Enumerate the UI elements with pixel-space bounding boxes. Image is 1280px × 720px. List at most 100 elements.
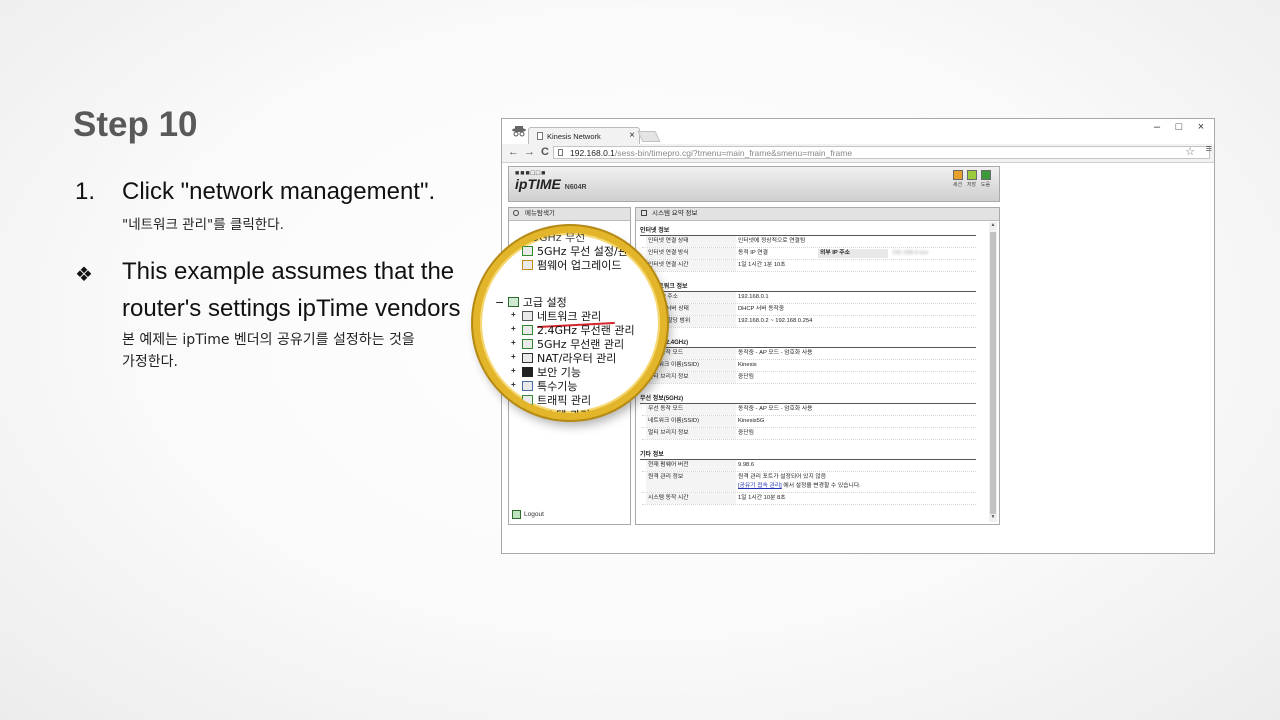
logout-link[interactable]: Logout: [512, 510, 544, 519]
expand-icon[interactable]: +: [511, 394, 516, 403]
router-header-icons: 세션 저장 도움: [952, 170, 991, 188]
info-row: 인터넷 연결 상태 인터넷에 정상적으로 연결됨: [642, 236, 976, 248]
menu-item-firmware-upgrade[interactable]: 펌웨어 업그레이드: [522, 257, 621, 273]
step-number: 1.: [75, 178, 96, 205]
info-value-line2: [공유기 접속 관리] 에서 설정을 변경할 수 있습니다.: [738, 481, 861, 492]
info-row: 현재 펌웨어 버전 9.98.6: [642, 460, 976, 472]
info-row: 무선 동작 모드 동작중 - AP 모드 - 암호화 사용: [642, 348, 976, 360]
note-korean-line-1: 본 예제는 ipTime 벤더의 공유기를 설정하는 것을: [122, 332, 415, 348]
advanced-settings-icon: [507, 297, 519, 307]
info-row: 멀티 브리지 정보 중단됨: [642, 372, 976, 384]
expand-icon[interactable]: +: [511, 324, 516, 333]
back-icon[interactable]: ←: [508, 146, 519, 158]
maximize-button[interactable]: □: [1170, 121, 1188, 133]
menu-item-advanced-6[interactable]: 트래픽 관리: [522, 392, 591, 408]
info-value: DHCP 서버 동작중: [738, 306, 785, 312]
page-info-icon[interactable]: [558, 149, 563, 156]
info-value: 인터넷에 정상적으로 연결됨: [738, 238, 806, 244]
system-summary-title: 시스템 요약 정보: [652, 210, 698, 217]
expand-icon[interactable]: +: [511, 310, 516, 319]
wifi-icon: [522, 339, 533, 349]
slide-title: Step 10: [73, 105, 198, 144]
lock-icon: [522, 367, 533, 377]
info-value: 1일 1시간 1분 10초: [738, 262, 786, 268]
info-value: 192.168.0.1: [738, 294, 769, 300]
expand-icon[interactable]: +: [511, 338, 516, 347]
header-icon-button[interactable]: 도움: [980, 170, 991, 188]
expand-icon[interactable]: +: [511, 380, 516, 389]
url-host: 192.168.0.1: [570, 148, 615, 158]
new-tab-button[interactable]: [637, 131, 661, 142]
nat-icon: [522, 353, 533, 363]
content-scrollbar[interactable]: ▲ ▼: [989, 222, 997, 522]
header-icon-button[interactable]: 세션: [952, 170, 963, 188]
router-header: ■■■□□■ ipTIME N604R 세션 저장 도움: [508, 166, 1000, 202]
info-row: 시스템 동작 시간 1일 1시간 10분 8초: [642, 493, 976, 505]
header-icon-label: 도움: [980, 182, 991, 188]
section-title: 인터넷 정보: [640, 222, 976, 236]
access-management-link[interactable]: [공유기 접속 관리]: [738, 483, 782, 489]
page-icon: [537, 132, 543, 140]
wifi-icon: [522, 325, 533, 335]
step-instruction-korean: "네트워크 관리"를 클릭한다.: [122, 217, 284, 233]
help-icon-yellow: [966, 170, 977, 180]
expand-icon[interactable]: +: [511, 366, 516, 375]
info-value: 9.98.6: [738, 462, 755, 468]
collapse-toggle-icon[interactable]: −: [495, 296, 508, 309]
bookmark-star-icon[interactable]: ☆: [1185, 146, 1195, 158]
info-value: 1일 1시간 10분 8초: [738, 495, 786, 501]
browser-menu-icon[interactable]: ≡: [1206, 143, 1212, 155]
forward-icon[interactable]: →: [524, 146, 535, 158]
minimize-button[interactable]: –: [1148, 121, 1166, 133]
info-row: 내부 IP 주소192.168.0.1: [642, 292, 976, 304]
info-value: 192.168.0.xxx: [892, 250, 929, 256]
section-title: 무선 정보(5GHz): [640, 390, 976, 404]
menu-explorer-title: 메뉴탐색기: [525, 210, 555, 217]
reload-icon[interactable]: C: [541, 146, 549, 158]
tab-strip: Kinesis Network × – □ ×: [502, 119, 1214, 145]
info-value: 동적 IP 연결: [738, 250, 768, 256]
scroll-up-icon[interactable]: ▲: [989, 222, 997, 230]
system-summary-panel: 시스템 요약 정보 인터넷 정보 인터넷 연결 상태 인터넷에 정상적으로 연결됨 인…: [635, 207, 1000, 525]
home-icon: [952, 170, 963, 180]
info-value: 중단됨: [738, 374, 754, 380]
note-korean-line-2: 가정한다.: [122, 354, 178, 370]
menu-item-label: 트래픽 관리: [537, 394, 592, 407]
info-value: Kinesis5G: [738, 418, 765, 424]
incognito-avatar-icon[interactable]: [510, 125, 528, 139]
magnifier-callout: 5GHz 무선 5GHz 무선 설정/관 펌웨어 업그레이드 − 고급 설정 + 네트워…: [473, 226, 667, 420]
tab-close-icon[interactable]: ×: [629, 130, 635, 141]
info-value-text: 에서 설정을 변경할 수 있습니다.: [781, 483, 861, 489]
info-row: 네트워크 이름(SSID) Kinesis5G: [642, 416, 976, 428]
note-line-2: router's settings ipTime vendors: [122, 295, 461, 322]
scroll-thumb[interactable]: [990, 232, 996, 514]
info-row: DHCP 서버 상태 DHCP 서버 동작중: [642, 304, 976, 316]
step-instruction: Click "network management".: [122, 178, 436, 205]
close-button[interactable]: ×: [1192, 121, 1210, 133]
info-label: 외부 IP 주소: [818, 249, 888, 258]
address-bar[interactable]: 192.168.0.1/sess-bin/timepro.cgi?tmenu=m…: [553, 146, 1210, 159]
info-label: 시스템 동작 시간: [646, 493, 736, 504]
info-value: 동작중 - AP 모드 - 암호화 사용: [738, 406, 813, 412]
browser-tab[interactable]: Kinesis Network ×: [528, 127, 640, 145]
special-icon: [522, 381, 533, 391]
info-row: 원격 관리 정보 원격 관리 포트가 설정되어 있지 않음 [공유기 접속 관리] …: [642, 472, 976, 493]
logout-icon: [512, 510, 521, 519]
summary-icon: [641, 210, 647, 216]
section-title: 기타 정보: [640, 446, 976, 460]
info-value: Kinesis: [738, 362, 757, 368]
section-title: 무선 정보(2.4GHz): [640, 334, 976, 348]
tab-title: Kinesis Network: [547, 132, 601, 141]
info-value: 중단됨: [738, 430, 754, 436]
info-row: 네트워크 이름(SSID) Kinesis: [642, 360, 976, 372]
scroll-down-icon[interactable]: ▼: [989, 514, 997, 522]
header-icon-button[interactable]: 저장: [966, 170, 977, 188]
info-value: 192.168.0.2 ~ 192.168.0.254: [738, 318, 813, 324]
menu-item-label: 펌웨어 업그레이드: [537, 259, 622, 272]
info-row: 무선 동작 모드 동작중 - AP 모드 - 암호화 사용: [642, 404, 976, 416]
info-label: 원격 관리 정보: [646, 472, 736, 492]
info-label: 멀티 브리지 정보: [646, 428, 736, 439]
firmware-icon: [522, 260, 533, 270]
expand-icon[interactable]: +: [511, 352, 516, 361]
info-row: 멀티 브리지 정보 중단됨: [642, 428, 976, 440]
